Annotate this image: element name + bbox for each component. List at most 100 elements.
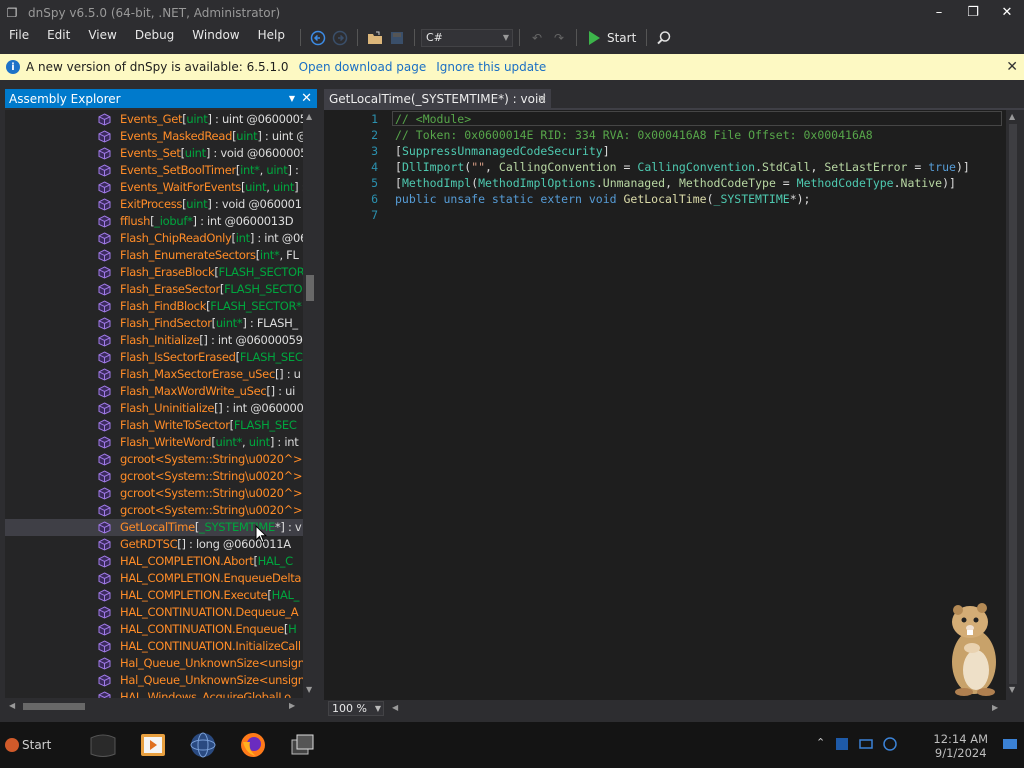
tab-getlocaltime[interactable]: GetLocalTime(_SYSTEMTIME*) : void ✕ bbox=[324, 89, 551, 108]
search-icon[interactable] bbox=[654, 28, 674, 48]
close-window-button[interactable]: ✕ bbox=[990, 0, 1024, 25]
tree-item-method[interactable]: Flash_IsSectorErased[FLASH_SEC bbox=[5, 349, 303, 366]
editor-vertical-scrollbar[interactable]: ▲ ▼ bbox=[1006, 110, 1020, 700]
close-infobar-icon[interactable]: ✕ bbox=[1006, 59, 1018, 75]
menu-view[interactable]: View bbox=[79, 25, 125, 50]
tree-item-method[interactable]: fflush[_iobuf*] : int @0600013D bbox=[5, 213, 303, 230]
menu-file[interactable]: File bbox=[0, 25, 38, 50]
assembly-tree[interactable]: Events_Get[uint] : uint @0600005 Events_M… bbox=[5, 110, 303, 698]
tree-item-method[interactable]: Events_SetBoolTimer[int*, uint] : bbox=[5, 162, 303, 179]
menu-debug[interactable]: Debug bbox=[126, 25, 183, 50]
zoom-select[interactable]: 100 % ▼ bbox=[328, 701, 384, 716]
scroll-up-icon[interactable]: ▲ bbox=[306, 112, 312, 121]
tree-item-method[interactable]: HAL_CONTINUATION.Enqueue[H bbox=[5, 621, 303, 638]
window-switcher-icon[interactable] bbox=[288, 730, 318, 760]
tree-item-method[interactable]: HAL_CONTINUATION.InitializeCall bbox=[5, 638, 303, 655]
menu-edit[interactable]: Edit bbox=[38, 25, 79, 50]
code-line[interactable]: public unsafe static extern void GetLoca… bbox=[395, 192, 810, 206]
navigate-forward-icon[interactable] bbox=[330, 28, 350, 48]
maximize-button[interactable]: ❐ bbox=[956, 0, 990, 25]
tree-item-method[interactable]: Flash_EraseBlock[FLASH_SECTOR bbox=[5, 264, 303, 281]
close-icon[interactable]: ✕ bbox=[301, 91, 312, 106]
tree-item-method[interactable]: Flash_WriteWord[uint*, uint] : int bbox=[5, 434, 303, 451]
navigate-back-icon[interactable] bbox=[308, 28, 328, 48]
open-folder-icon[interactable] bbox=[365, 28, 385, 48]
scroll-right-icon[interactable]: ▶ bbox=[289, 701, 295, 710]
menu-help[interactable]: Help bbox=[249, 25, 294, 50]
tree-item-method[interactable]: Flash_Initialize[] : int @06000059 bbox=[5, 332, 303, 349]
method-cube-icon bbox=[98, 232, 111, 245]
tree-item-method[interactable]: HAL_COMPLETION.Execute[HAL_ bbox=[5, 587, 303, 604]
tree-item-method[interactable]: Flash_WriteToSector[FLASH_SEC bbox=[5, 417, 303, 434]
firefox-icon[interactable] bbox=[238, 730, 268, 760]
method-cube-icon bbox=[98, 657, 111, 670]
language-select[interactable]: C# ▼ bbox=[420, 28, 513, 47]
tree-horizontal-scrollbar[interactable]: ◀ ▶ bbox=[5, 699, 303, 713]
tree-item-method[interactable]: ExitProcess[uint] : void @060001 bbox=[5, 196, 303, 213]
tree-item-method[interactable]: Flash_EnumerateSectors[int*, FL bbox=[5, 247, 303, 264]
scroll-down-icon[interactable]: ▼ bbox=[1009, 685, 1015, 694]
menu-window[interactable]: Window bbox=[183, 25, 248, 50]
open-download-page-link[interactable]: Open download page bbox=[299, 60, 427, 74]
scroll-left-icon[interactable]: ◀ bbox=[392, 703, 398, 712]
tree-item-method[interactable]: Flash_ChipReadOnly[int] : int @06 bbox=[5, 230, 303, 247]
chevron-down-icon[interactable]: ▼ bbox=[289, 94, 295, 103]
code-line[interactable]: [DllImport("", CallingConvention = Calli… bbox=[395, 160, 970, 174]
tree-item-method[interactable]: gcroot<System::String\u0020^>. bbox=[5, 502, 303, 519]
tree-item-method[interactable]: Flash_FindBlock[FLASH_SECTOR* bbox=[5, 298, 303, 315]
code-line[interactable]: [MethodImpl(MethodImplOptions.Unmanaged,… bbox=[395, 176, 956, 190]
scrollbar-thumb[interactable] bbox=[23, 703, 85, 710]
ignore-update-link[interactable]: Ignore this update bbox=[436, 60, 546, 74]
scroll-left-icon[interactable]: ◀ bbox=[9, 701, 15, 710]
network-icon[interactable] bbox=[858, 736, 874, 752]
tree-item-method[interactable]: HAL_CONTINUATION.Dequeue_A bbox=[5, 604, 303, 621]
save-all-icon[interactable] bbox=[387, 28, 407, 48]
undo-icon[interactable]: ↶ bbox=[527, 28, 547, 48]
start-menu-button[interactable]: Start bbox=[0, 728, 66, 762]
tree-item-method[interactable]: Flash_MaxWordWrite_uSec[] : ui bbox=[5, 383, 303, 400]
system-clock[interactable]: 12:14 AM 9/1/2024 bbox=[933, 732, 988, 760]
method-cube-icon bbox=[98, 300, 111, 313]
media-player-icon[interactable] bbox=[138, 730, 168, 760]
tree-item-label: HAL_COMPLETION.Execute[HAL_ bbox=[120, 588, 300, 602]
tree-item-method[interactable]: Flash_MaxSectorErase_uSec[] : u bbox=[5, 366, 303, 383]
editor-horizontal-scrollbar[interactable]: ◀ ▶ bbox=[388, 701, 1006, 715]
code-editor[interactable]: 1 // <Module> 2 // Token: 0x0600014E RID: 3… bbox=[324, 110, 1006, 700]
tree-item-method[interactable]: Events_Set[uint] : void @0600005 bbox=[5, 145, 303, 162]
chevron-down-icon: ▼ bbox=[502, 33, 509, 42]
terminal-app-icon[interactable] bbox=[88, 730, 118, 760]
tree-item-method[interactable]: Events_Get[uint] : uint @0600005 bbox=[5, 111, 303, 128]
tree-item-method[interactable]: HAL_COMPLETION.Abort[HAL_C bbox=[5, 553, 303, 570]
start-debugging-button[interactable]: Start bbox=[588, 30, 636, 45]
tree-item-method[interactable]: Flash_FindSector[uint*] : FLASH_ bbox=[5, 315, 303, 332]
tree-item-method[interactable]: gcroot<System::String\u0020^> bbox=[5, 485, 303, 502]
tree-item-method[interactable]: Hal_Queue_UnknownSize<unsign bbox=[5, 672, 303, 689]
code-line[interactable]: [SuppressUnmanagedCodeSecurity] bbox=[395, 144, 610, 158]
tree-item-method[interactable]: Hal_Queue_UnknownSize<unsign bbox=[5, 655, 303, 672]
globe-browser-icon[interactable] bbox=[188, 730, 218, 760]
tree-item-method[interactable]: gcroot<System::String\u0020^> bbox=[5, 451, 303, 468]
scroll-up-icon[interactable]: ▲ bbox=[1009, 112, 1015, 121]
code-line[interactable]: // Token: 0x0600014E RID: 334 RVA: 0x000… bbox=[395, 128, 873, 142]
volume-icon[interactable] bbox=[882, 736, 898, 752]
tree-item-label: Events_Get[uint] : uint @0600005 bbox=[120, 112, 303, 126]
tree-vertical-scrollbar[interactable]: ▲ ▼ bbox=[303, 110, 317, 700]
tray-app-icon[interactable] bbox=[834, 736, 850, 752]
tree-item-method[interactable]: HAL_COMPLETION.EnqueueDelta bbox=[5, 570, 303, 587]
tree-item-method[interactable]: Flash_Uninitialize[] : int @0600000 bbox=[5, 400, 303, 417]
tree-item-method[interactable]: Events_WaitForEvents[uint, uint] : bbox=[5, 179, 303, 196]
redo-icon[interactable]: ↷ bbox=[549, 28, 569, 48]
scrollbar-thumb[interactable] bbox=[306, 275, 314, 301]
tree-item-method[interactable]: Flash_EraseSector[FLASH_SECTO bbox=[5, 281, 303, 298]
tree-item-method[interactable]: HAL_Windows_AcquireGlobalLo bbox=[5, 689, 303, 698]
tree-item-method[interactable]: gcroot<System::String\u0020^>. bbox=[5, 468, 303, 485]
scroll-right-icon[interactable]: ▶ bbox=[992, 703, 998, 712]
code-line[interactable]: // <Module> bbox=[395, 112, 471, 126]
scroll-down-icon[interactable]: ▼ bbox=[306, 685, 312, 694]
scrollbar-thumb[interactable] bbox=[1009, 124, 1017, 684]
tray-expand-icon[interactable]: ⌃ bbox=[816, 736, 825, 749]
tree-item-method[interactable]: Events_MaskedRead[uint] : uint @ bbox=[5, 128, 303, 145]
close-tab-icon[interactable]: ✕ bbox=[537, 92, 547, 106]
minimize-button[interactable]: – bbox=[922, 0, 956, 25]
notification-icon[interactable] bbox=[1002, 738, 1018, 752]
